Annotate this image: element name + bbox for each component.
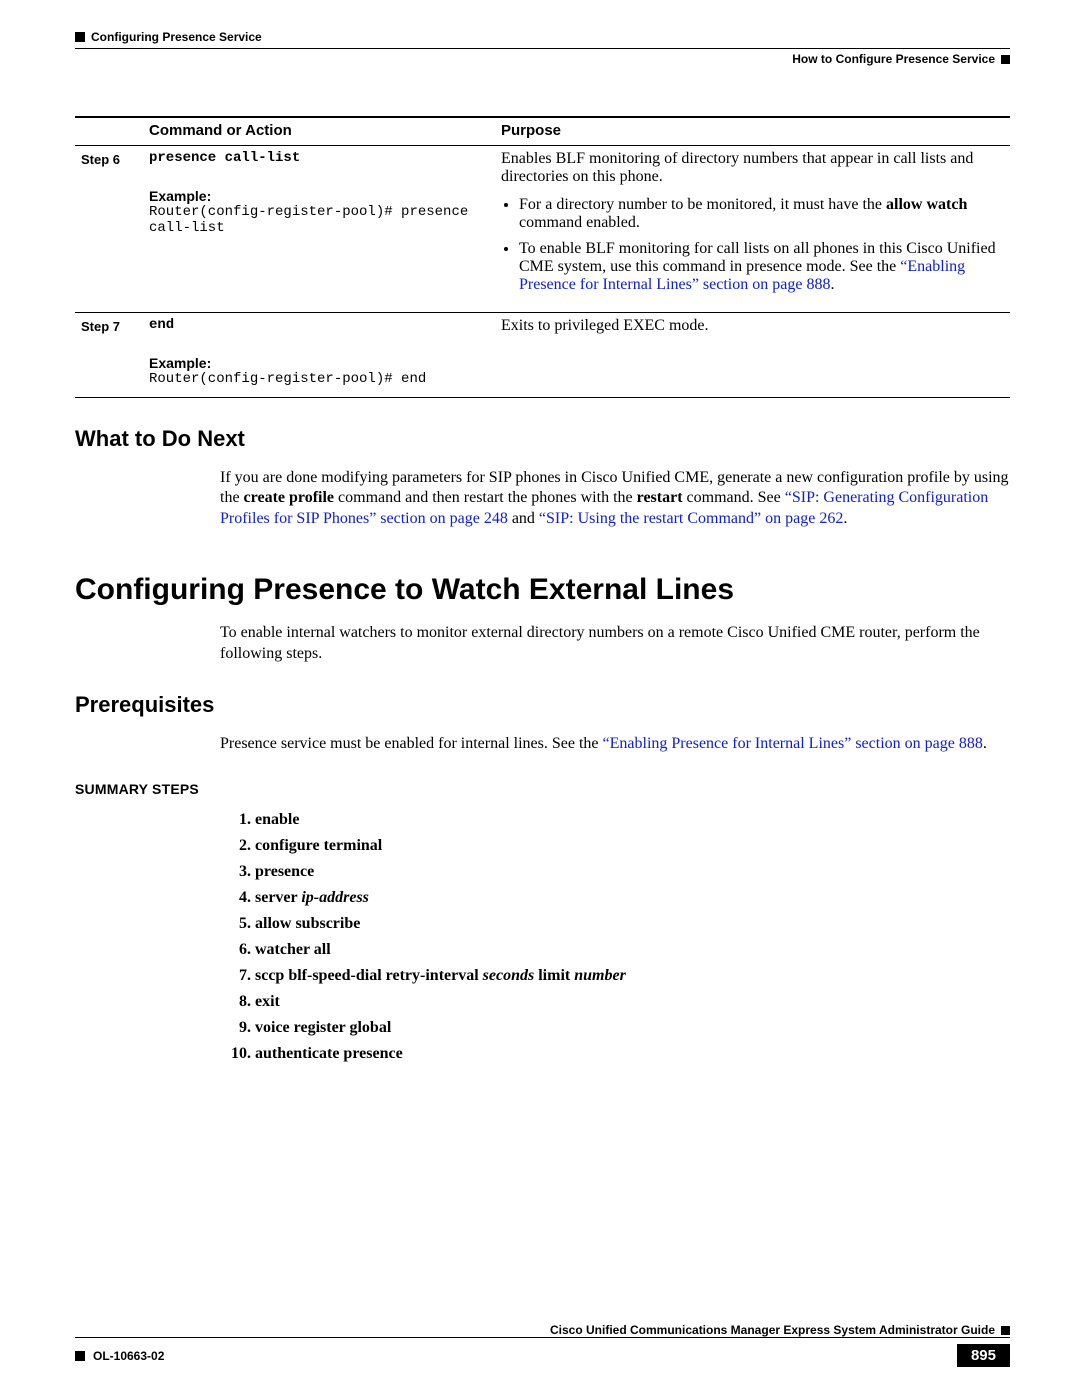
header-marker-icon: [1001, 55, 1010, 64]
what-next-paragraph: If you are done modifying parameters for…: [220, 468, 1010, 529]
page-footer: Cisco Unified Communications Manager Exp…: [75, 1323, 1010, 1367]
heading-prerequisites: Prerequisites: [75, 692, 1010, 718]
step-label: Step 6: [75, 146, 143, 313]
cross-reference-link[interactable]: “SIP: Using the restart Command” on page…: [539, 510, 843, 527]
header-rule: [75, 48, 1010, 49]
example-label: Example:: [149, 355, 489, 371]
page-header: Configuring Presence Service: [75, 30, 1010, 44]
list-item: enable: [255, 811, 1010, 829]
purpose-bullet: To enable BLF monitoring for call lists …: [519, 240, 1004, 294]
example-code: Router(config-register-pool)# presence c…: [149, 204, 489, 236]
summary-steps-list: enable configure terminal presence serve…: [255, 811, 1010, 1063]
footer-doc-id: OL-10663-02: [93, 1349, 164, 1363]
step-label: Step 7: [75, 313, 143, 398]
main-intro: To enable internal watchers to monitor e…: [220, 623, 1010, 664]
list-item: watcher all: [255, 941, 1010, 959]
footer-marker-icon: [1001, 1326, 1010, 1335]
heading-summary-steps: SUMMARY STEPS: [75, 781, 1010, 797]
footer-page-number: 895: [957, 1344, 1010, 1367]
list-item: presence: [255, 863, 1010, 881]
list-item: voice register global: [255, 1019, 1010, 1037]
example-code: Router(config-register-pool)# end: [149, 371, 489, 387]
footer-marker-icon: [75, 1351, 85, 1361]
table-row: Step 7 end Example: Router(config-regist…: [75, 313, 1010, 398]
purpose-text: Exits to privileged EXEC mode.: [501, 317, 1004, 335]
list-item: configure terminal: [255, 837, 1010, 855]
table-row: Step 6 presence call-list Example: Route…: [75, 146, 1010, 313]
cross-reference-link[interactable]: “Enabling Presence for Internal Lines” s…: [603, 735, 983, 752]
heading-main: Configuring Presence to Watch External L…: [75, 573, 1010, 607]
header-chapter: Configuring Presence Service: [91, 30, 262, 44]
list-item: sccp blf-speed-dial retry-interval secon…: [255, 967, 1010, 985]
footer-guide-title: Cisco Unified Communications Manager Exp…: [75, 1323, 1001, 1337]
list-item: server ip-address: [255, 889, 1010, 907]
purpose-bullet: For a directory number to be monitored, …: [519, 196, 1004, 232]
col-purpose: Purpose: [495, 117, 1010, 146]
heading-what-next: What to Do Next: [75, 426, 1010, 452]
list-item: authenticate presence: [255, 1045, 1010, 1063]
command-table: Command or Action Purpose Step 6 presenc…: [75, 116, 1010, 398]
command-code: end: [149, 317, 489, 333]
col-command: Command or Action: [143, 117, 495, 146]
purpose-text: Enables BLF monitoring of directory numb…: [501, 150, 1004, 186]
command-code: presence call-list: [149, 150, 489, 166]
header-marker-icon: [75, 32, 85, 42]
list-item: allow subscribe: [255, 915, 1010, 933]
example-label: Example:: [149, 188, 489, 204]
list-item: exit: [255, 993, 1010, 1011]
header-section: How to Configure Presence Service: [792, 52, 995, 66]
prereq-paragraph: Presence service must be enabled for int…: [220, 734, 1010, 754]
